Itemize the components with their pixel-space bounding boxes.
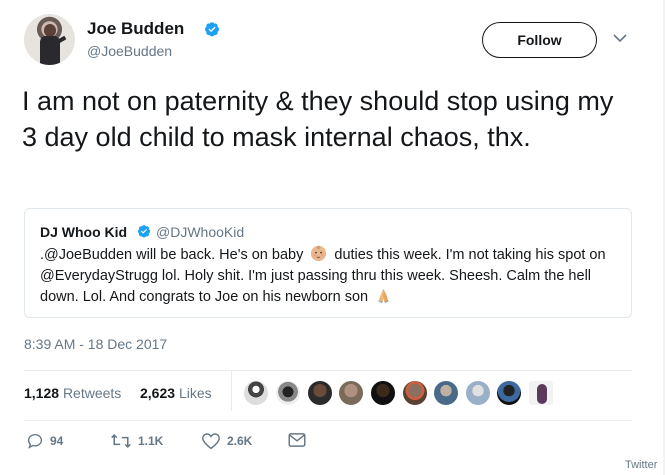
twitter-brand-label: Twitter [625, 459, 658, 471]
envelope-icon [288, 433, 306, 447]
verified-badge-icon [137, 225, 151, 238]
folded-hands-emoji-icon [377, 288, 390, 304]
liker-avatar[interactable] [275, 380, 301, 406]
retweet-button[interactable]: 1.1K [110, 432, 163, 450]
author-avatar[interactable] [24, 14, 75, 65]
stats-separator [231, 371, 232, 411]
quoted-author-handle[interactable]: @DJWhooKid [156, 224, 244, 240]
retweet-icon [111, 433, 131, 449]
reply-count: 94 [50, 434, 64, 448]
liker-avatar[interactable] [496, 380, 522, 406]
liker-avatar[interactable] [402, 380, 428, 406]
tweet-text: I am not on paternity & they should stop… [22, 86, 614, 152]
heart-icon [202, 433, 220, 450]
liker-avatar[interactable] [243, 380, 269, 406]
divider [24, 370, 632, 371]
reply-button[interactable]: 94 [26, 432, 63, 450]
like-button[interactable]: 2.6K [201, 432, 252, 450]
direct-message-button[interactable] [288, 432, 306, 448]
quoted-tweet-text: .@JoeBudden will be back. He's on baby d… [40, 245, 625, 308]
retweets-stat[interactable]: 1,128 Retweets [24, 385, 121, 401]
quoted-author-name[interactable]: DJ Whoo Kid [40, 224, 127, 240]
liker-avatar[interactable] [433, 380, 459, 406]
quoted-tweet[interactable]: DJ Whoo Kid @DJWhooKid .@JoeBudden will … [24, 208, 632, 318]
chevron-down-icon[interactable] [613, 33, 627, 43]
tweet-card: Joe Budden @JoeBudden Follow I am not on… [0, 0, 665, 475]
author-handle[interactable]: @JoeBudden [87, 43, 172, 59]
baby-face-emoji-icon [311, 245, 327, 262]
author-name[interactable]: Joe Budden [87, 19, 184, 39]
like-count: 2.6K [227, 434, 253, 448]
tweet-timestamp[interactable]: 8:39 AM - 18 Dec 2017 [24, 336, 167, 352]
divider [24, 420, 632, 421]
liker-avatar[interactable] [465, 380, 491, 406]
reply-icon [27, 433, 43, 449]
verified-badge-icon [205, 22, 219, 37]
follow-button[interactable]: Follow [482, 22, 597, 58]
quoted-text-part-1: .@JoeBudden will be back. He's on baby [40, 247, 308, 263]
liker-avatar[interactable] [307, 380, 333, 406]
liker-avatar[interactable] [528, 380, 554, 406]
retweet-count: 1.1K [138, 434, 164, 448]
likes-stat[interactable]: 2,623 Likes [140, 385, 212, 401]
liker-avatar[interactable] [338, 380, 364, 406]
liker-avatar[interactable] [370, 380, 396, 406]
